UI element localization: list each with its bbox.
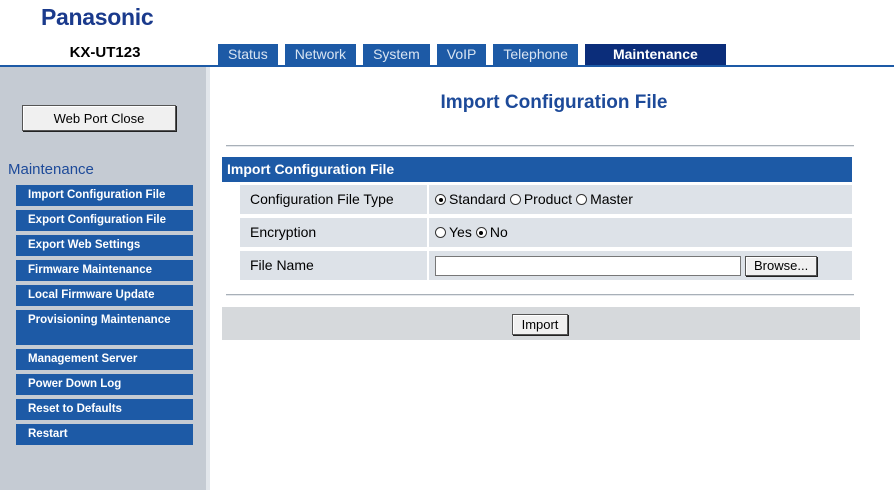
top-nav-tabs: Status Network System VoIP Telephone Mai… [218, 44, 733, 65]
sidebar-item-power-down-log[interactable]: Power Down Log [16, 374, 193, 395]
divider-top [226, 145, 854, 147]
browse-button[interactable]: Browse... [745, 255, 818, 276]
sidebar-section-title: Maintenance [8, 161, 94, 178]
radio-encryption-yes[interactable] [435, 227, 446, 238]
tab-status[interactable]: Status [218, 44, 278, 65]
encryption-label: Encryption [240, 218, 427, 247]
file-name-row: File Name Browse... [240, 251, 852, 280]
tab-network[interactable]: Network [284, 44, 357, 65]
sidebar-item-management-server[interactable]: Management Server [16, 349, 193, 370]
model-name: KX-UT123 [69, 44, 141, 61]
sidebar-item-export-configuration-file[interactable]: Export Configuration File [16, 210, 193, 231]
sidebar-item-reset-to-defaults[interactable]: Reset to Defaults [16, 399, 193, 420]
radio-master-label: Master [590, 191, 633, 207]
encryption-options: Yes No [429, 218, 852, 247]
tab-telephone[interactable]: Telephone [493, 44, 578, 65]
config-file-type-label: Configuration File Type [240, 185, 427, 214]
config-file-type-options: Standard Product Master [429, 185, 852, 214]
sidebar-item-firmware-maintenance[interactable]: Firmware Maintenance [16, 260, 193, 281]
file-name-controls: Browse... [429, 251, 852, 280]
page-title: Import Configuration File [440, 92, 668, 113]
section-header: Import Configuration File [222, 157, 852, 182]
sidebar-item-provisioning-maintenance[interactable]: Provisioning Maintenance [16, 310, 193, 345]
tab-system[interactable]: System [363, 44, 430, 65]
radio-product-label: Product [523, 191, 573, 207]
radio-product[interactable] [509, 194, 521, 205]
import-button[interactable]: Import [512, 314, 568, 335]
radio-encryption-yes-label: Yes [449, 224, 472, 240]
file-name-label: File Name [240, 251, 427, 280]
sidebar-item-restart[interactable]: Restart [16, 424, 193, 445]
file-name-input[interactable] [435, 255, 741, 276]
tab-maintenance[interactable]: Maintenance [584, 44, 726, 65]
sidebar-item-import-configuration-file[interactable]: Import Configuration File [16, 185, 193, 206]
brand-logo: Panasonic [41, 4, 154, 30]
radio-standard[interactable] [435, 194, 446, 205]
sidebar-menu: Import Configuration File Export Configu… [16, 185, 193, 449]
radio-master[interactable] [576, 194, 588, 205]
sidebar: Web Port Close Maintenance Import Config… [0, 67, 210, 490]
action-bar: Import [222, 307, 860, 340]
radio-encryption-no-label: No [489, 224, 508, 240]
radio-encryption-no[interactable] [475, 227, 487, 238]
tab-voip[interactable]: VoIP [436, 44, 487, 65]
radio-standard-label: Standard [449, 191, 506, 207]
sidebar-item-local-firmware-update[interactable]: Local Firmware Update [16, 285, 193, 306]
config-file-type-row: Configuration File Type Standard Product… [240, 185, 852, 214]
divider-bottom [226, 294, 854, 296]
sidebar-item-export-web-settings[interactable]: Export Web Settings [16, 235, 193, 256]
encryption-row: Encryption Yes No [240, 218, 852, 247]
web-port-close-button[interactable]: Web Port Close [22, 105, 176, 131]
